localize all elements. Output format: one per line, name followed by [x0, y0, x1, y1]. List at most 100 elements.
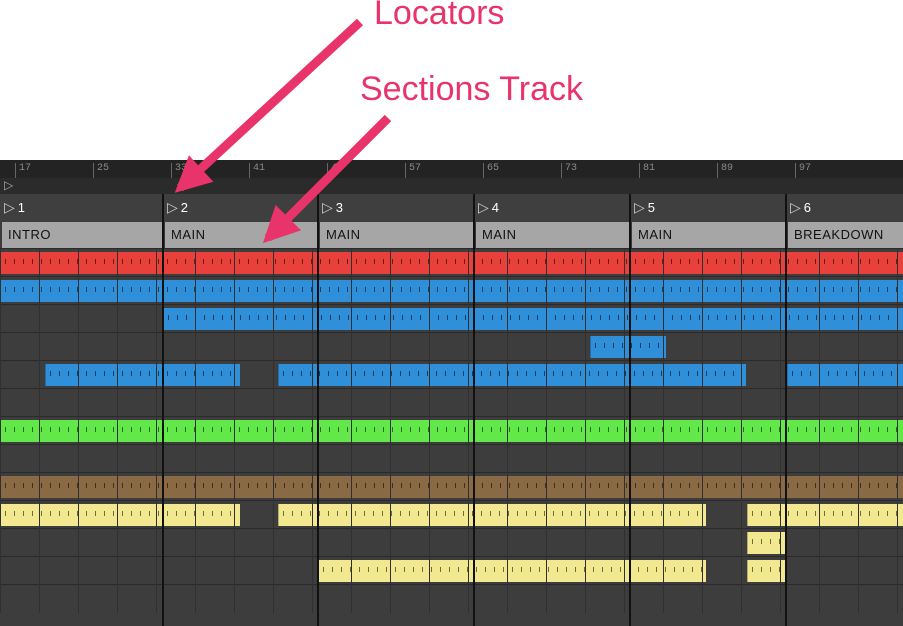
- start-marker-row[interactable]: ▷: [0, 178, 903, 194]
- locator-6[interactable]: ▷ 6: [790, 194, 811, 220]
- section-main[interactable]: MAIN: [163, 222, 318, 248]
- beat-gridline: [468, 501, 469, 529]
- section-intro[interactable]: INTRO: [0, 222, 163, 248]
- beat-gridline: [351, 389, 352, 417]
- track-lane[interactable]: [0, 248, 903, 277]
- section-breakdown[interactable]: BREAKDOWN: [786, 222, 903, 248]
- beat-gridline: [468, 389, 469, 417]
- ruler-label: 89: [721, 163, 734, 174]
- beat-gridline: [858, 445, 859, 473]
- beat-gridline: [897, 333, 898, 361]
- track-lane[interactable]: [0, 528, 903, 557]
- beat-gridline: [351, 445, 352, 473]
- track-lane[interactable]: [0, 276, 903, 305]
- track-lane[interactable]: [0, 444, 903, 473]
- sections-track[interactable]: INTRO MAIN MAIN MAIN MAIN BREAKDOWN: [0, 222, 903, 248]
- locator-label: 4: [491, 200, 500, 215]
- beat-gridline: [702, 333, 703, 361]
- start-marker-icon[interactable]: ▷: [4, 178, 13, 192]
- ruler-tick: [15, 163, 16, 178]
- beat-gridline: [585, 557, 586, 585]
- yellow-clip[interactable]: [278, 504, 706, 526]
- blue-clip[interactable]: [278, 364, 746, 386]
- beat-gridline: [390, 361, 391, 389]
- beat-gridline: [624, 277, 625, 305]
- beat-gridline: [819, 529, 820, 557]
- beat-gridline: [273, 361, 274, 389]
- beat-gridline: [429, 585, 430, 613]
- blue-clip[interactable]: [45, 364, 240, 386]
- beat-gridline: [780, 585, 781, 613]
- beat-gridline: [819, 305, 820, 333]
- beat-gridline: [819, 361, 820, 389]
- yellow-clip[interactable]: [747, 504, 903, 526]
- track-lane[interactable]: [0, 388, 903, 417]
- blue-clip[interactable]: [163, 308, 903, 330]
- track-lane[interactable]: [0, 360, 903, 389]
- beat-gridline: [351, 585, 352, 613]
- beat-gridline: [273, 277, 274, 305]
- beat-gridline: [468, 249, 469, 277]
- beat-gridline: [351, 417, 352, 445]
- beat-time-ruler[interactable]: 17 25 33 41 49 57 65 73 81 89 97: [0, 160, 903, 178]
- locator-triangle-icon: ▷: [4, 199, 15, 215]
- beat-gridline: [429, 417, 430, 445]
- green-clip[interactable]: [0, 420, 903, 442]
- track-lane[interactable]: [0, 332, 903, 361]
- beat-gridline: [897, 445, 898, 473]
- locator-4[interactable]: ▷ 4: [478, 194, 499, 220]
- track-lane[interactable]: [0, 416, 903, 445]
- beat-gridline: [195, 417, 196, 445]
- beat-gridline: [429, 557, 430, 585]
- blue-clip[interactable]: [0, 280, 903, 302]
- blue-clip[interactable]: [787, 364, 903, 386]
- beat-gridline: [897, 305, 898, 333]
- beat-gridline: [897, 249, 898, 277]
- track-lane[interactable]: [0, 304, 903, 333]
- beat-gridline: [546, 305, 547, 333]
- beat-gridline: [624, 529, 625, 557]
- locator-5[interactable]: ▷ 5: [634, 194, 655, 220]
- arrangement-view[interactable]: 17 25 33 41 49 57 65 73 81 89 97 ▷ ▷ 1 ▷ 2 ▷ 3 ▷ 4 ▷ 5 ▷ 6 IN…: [0, 160, 903, 626]
- brown-clip[interactable]: [0, 476, 903, 498]
- beat-gridline: [858, 277, 859, 305]
- track-lane[interactable]: [0, 500, 903, 529]
- beat-gridline: [273, 557, 274, 585]
- locator-1[interactable]: ▷ 1: [4, 194, 25, 220]
- section-main[interactable]: MAIN: [630, 222, 786, 248]
- locator-3[interactable]: ▷ 3: [322, 194, 343, 220]
- yellow-clip[interactable]: [318, 560, 706, 582]
- red-clip[interactable]: [0, 252, 903, 274]
- yellow-clip[interactable]: [0, 504, 240, 526]
- blue-clip[interactable]: [590, 336, 666, 358]
- beat-gridline: [624, 417, 625, 445]
- beat-gridline: [819, 585, 820, 613]
- locator-triangle-icon: ▷: [790, 199, 801, 215]
- track-lane[interactable]: [0, 472, 903, 501]
- beat-gridline: [78, 305, 79, 333]
- beat-gridline: [234, 557, 235, 585]
- beat-gridline: [390, 473, 391, 501]
- beat-gridline: [780, 333, 781, 361]
- beat-gridline: [897, 529, 898, 557]
- beat-gridline: [780, 389, 781, 417]
- ruler-label: 17: [19, 163, 32, 174]
- beat-gridline: [468, 529, 469, 557]
- locator-2[interactable]: ▷ 2: [167, 194, 188, 220]
- beat-gridline: [117, 361, 118, 389]
- ruler-label: 25: [97, 163, 110, 174]
- track-lane[interactable]: [0, 584, 903, 613]
- beat-gridline: [819, 473, 820, 501]
- section-main[interactable]: MAIN: [318, 222, 474, 248]
- beat-gridline: [741, 585, 742, 613]
- beat-gridline: [234, 305, 235, 333]
- locators-row[interactable]: ▷ 1 ▷ 2 ▷ 3 ▷ 4 ▷ 5 ▷ 6: [0, 194, 903, 220]
- beat-gridline: [507, 305, 508, 333]
- ruler-tick: [717, 163, 718, 178]
- beat-gridline: [195, 305, 196, 333]
- beat-gridline: [0, 333, 1, 361]
- track-lane[interactable]: [0, 556, 903, 585]
- section-main[interactable]: MAIN: [474, 222, 630, 248]
- beat-gridline: [624, 389, 625, 417]
- beat-gridline: [390, 389, 391, 417]
